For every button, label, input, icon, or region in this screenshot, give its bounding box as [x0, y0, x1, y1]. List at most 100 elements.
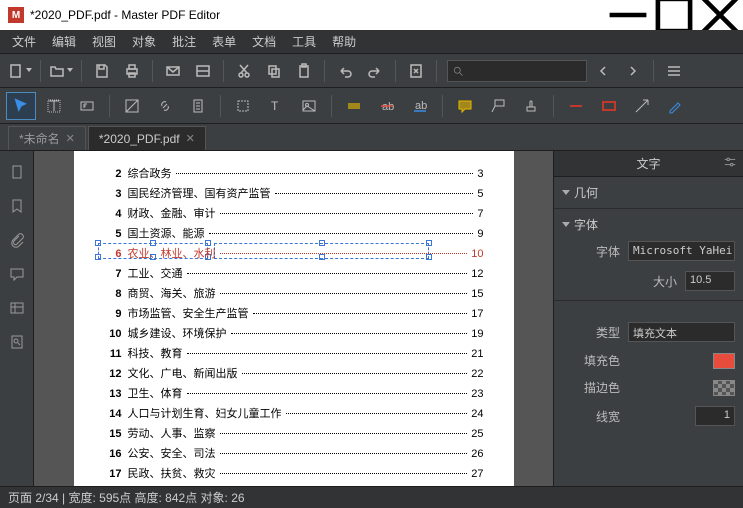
save-button[interactable]	[88, 57, 116, 85]
toc-row[interactable]: 7工业、交通12	[104, 265, 484, 281]
callout-tool[interactable]	[483, 92, 513, 120]
toc-num: 8	[104, 288, 122, 300]
toc-page: 9	[477, 228, 483, 240]
thumbnails-icon[interactable]	[4, 159, 30, 185]
toc-row[interactable]: 10城乡建设、环境保护19	[104, 325, 484, 341]
edit-form-tool[interactable]	[117, 92, 147, 120]
toc-row[interactable]: 9市场监管、安全生产监管17	[104, 305, 484, 321]
scan-button[interactable]	[189, 57, 217, 85]
layers-icon[interactable]	[4, 295, 30, 321]
toc-row[interactable]: 11科技、教育21	[104, 345, 484, 361]
toc-row[interactable]: 5国土资源、能源9	[104, 225, 484, 241]
stroke-label: 描边色	[576, 379, 620, 396]
font-value[interactable]: Microsoft YaHei	[628, 241, 735, 261]
cut-button[interactable]	[230, 57, 258, 85]
stamp-tool[interactable]	[516, 92, 546, 120]
fit-page-button[interactable]	[402, 57, 430, 85]
toc-text: 民政、扶贫、救灾	[128, 465, 216, 481]
menu-对象[interactable]: 对象	[124, 30, 164, 53]
menu-文档[interactable]: 文档	[244, 30, 284, 53]
type-value[interactable]: 填充文本	[628, 322, 735, 342]
size-value[interactable]: 10.5	[685, 271, 735, 291]
menu-视图[interactable]: 视图	[84, 30, 124, 53]
toc-row[interactable]: 14人口与计划生育、妇女儿童工作24	[104, 405, 484, 421]
minimize-button[interactable]	[605, 0, 651, 30]
toc-row[interactable]: 8商贸、海关、旅游15	[104, 285, 484, 301]
attachments-icon[interactable]	[4, 227, 30, 253]
svg-text:ab: ab	[382, 101, 394, 113]
toc-row[interactable]: 3国民经济管理、国有资产监管5	[104, 185, 484, 201]
bookmarks-icon[interactable]	[4, 193, 30, 219]
edit-text-tool[interactable]	[72, 92, 102, 120]
arrow-tool[interactable]	[627, 92, 657, 120]
copy-button[interactable]	[260, 57, 288, 85]
paste-button[interactable]	[290, 57, 318, 85]
toc-row[interactable]: 6农业、林业、水利10	[104, 245, 484, 261]
toc-row[interactable]: 17民政、扶贫、救灾27	[104, 465, 484, 481]
note-tool[interactable]	[450, 92, 480, 120]
new-file-button[interactable]	[6, 57, 34, 85]
settings-icon[interactable]	[660, 57, 688, 85]
toc-page: 15	[471, 288, 483, 300]
toc-page: 19	[471, 328, 483, 340]
close-icon[interactable]: ✕	[186, 132, 195, 145]
edit-doc-tool[interactable]	[183, 92, 213, 120]
menu-工具[interactable]: 工具	[284, 30, 324, 53]
toc-row[interactable]: 16公安、安全、司法26	[104, 445, 484, 461]
strikeout-tool[interactable]: ab	[372, 92, 402, 120]
highlight-tool[interactable]	[339, 92, 369, 120]
email-button[interactable]	[159, 57, 187, 85]
search-next-button[interactable]	[619, 57, 647, 85]
toc-page: 10	[471, 248, 483, 260]
tab[interactable]: *未命名✕	[8, 126, 86, 150]
pencil-tool[interactable]	[660, 92, 690, 120]
toc-row[interactable]: 12文化、广电、新闻出版22	[104, 365, 484, 381]
menu-编辑[interactable]: 编辑	[44, 30, 84, 53]
close-icon[interactable]: ✕	[66, 132, 75, 145]
menu-表单[interactable]: 表单	[204, 30, 244, 53]
geometry-section[interactable]: 几何	[562, 181, 735, 204]
search-panel-icon[interactable]	[4, 329, 30, 355]
close-button[interactable]	[697, 0, 743, 30]
image-tool[interactable]	[294, 92, 324, 120]
font-section[interactable]: 字体	[562, 213, 735, 236]
open-file-button[interactable]	[47, 57, 75, 85]
toc-page: 25	[471, 428, 483, 440]
toc-row[interactable]: 2综合政务3	[104, 165, 484, 181]
menu-文件[interactable]: 文件	[4, 30, 44, 53]
redo-button[interactable]	[361, 57, 389, 85]
panel-settings-icon[interactable]	[723, 155, 737, 172]
toc-page: 7	[477, 208, 483, 220]
linewidth-value[interactable]: 1	[695, 406, 735, 426]
toc-text: 农业、林业、水利	[128, 245, 216, 261]
toc-row[interactable]: 4财政、金融、审计7	[104, 205, 484, 221]
menu-批注[interactable]: 批注	[164, 30, 204, 53]
menu-帮助[interactable]: 帮助	[324, 30, 364, 53]
search-prev-button[interactable]	[589, 57, 617, 85]
print-button[interactable]	[118, 57, 146, 85]
underline-tool[interactable]: ab	[405, 92, 435, 120]
rect-tool[interactable]	[594, 92, 624, 120]
svg-text:ab: ab	[415, 100, 427, 112]
toc-page: 27	[471, 468, 483, 480]
size-label: 大小	[633, 273, 677, 290]
document-view[interactable]: 2综合政务33国民经济管理、国有资产监管54财政、金融、审计75国土资源、能源9…	[34, 151, 553, 486]
fill-swatch[interactable]	[713, 353, 735, 369]
comments-icon[interactable]	[4, 261, 30, 287]
tab[interactable]: *2020_PDF.pdf✕	[88, 126, 206, 150]
toc-row[interactable]: 15劳动、人事、监察25	[104, 425, 484, 441]
line-tool[interactable]	[561, 92, 591, 120]
link-tool[interactable]	[150, 92, 180, 120]
maximize-button[interactable]	[651, 0, 697, 30]
select-tool[interactable]	[6, 92, 36, 120]
toc-row[interactable]: 13卫生、体育23	[104, 385, 484, 401]
search-input[interactable]	[447, 60, 587, 82]
toc-page: 21	[471, 348, 483, 360]
text-box-tool[interactable]: T	[261, 92, 291, 120]
crop-tool[interactable]	[228, 92, 258, 120]
text-select-tool[interactable]	[39, 92, 69, 120]
stroke-swatch[interactable]	[713, 380, 735, 396]
toc-text: 财政、金融、审计	[128, 205, 216, 221]
toc-text: 科技、教育	[128, 345, 183, 361]
undo-button[interactable]	[331, 57, 359, 85]
